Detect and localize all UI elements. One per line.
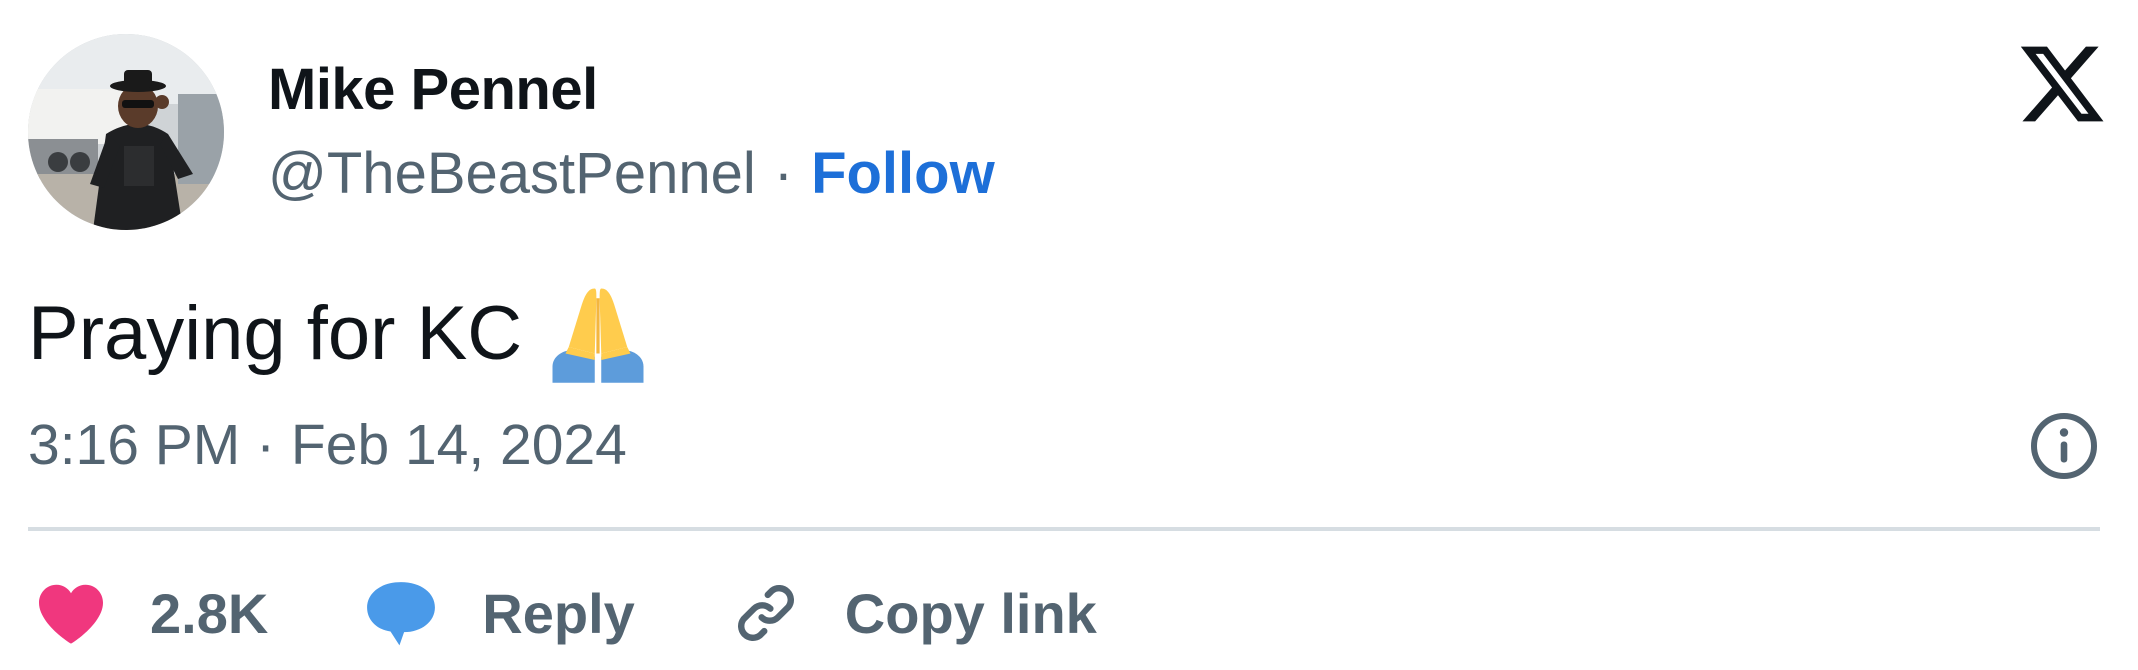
- heart-icon: [39, 584, 103, 644]
- like-count: 2.8K: [150, 581, 269, 645]
- speech-bubble-icon: [367, 582, 436, 646]
- avatar-photo: [28, 34, 224, 230]
- author-handle[interactable]: @TheBeastPennel: [268, 141, 756, 206]
- author-names: Mike Pennel @TheBeastPennel · Follow: [268, 55, 995, 209]
- author-display-name[interactable]: Mike Pennel: [268, 55, 995, 125]
- reply-button[interactable]: Reply: [364, 579, 635, 647]
- reply-label: Reply: [482, 581, 635, 645]
- tweet-text: Praying for KC: [28, 291, 523, 376]
- tweet-header: Mike Pennel @TheBeastPennel · Follow: [28, 32, 995, 232]
- x-logo-icon[interactable]: [2016, 38, 2108, 130]
- tweet-embed: Mike Pennel @TheBeastPennel · Follow Prayi…: [0, 0, 2138, 670]
- tweet-timestamp[interactable]: 3:16 PM · Feb 14, 2024: [28, 410, 627, 480]
- like-button[interactable]: 2.8K: [36, 581, 268, 646]
- follow-link[interactable]: Follow: [811, 141, 995, 206]
- link-icon: [737, 585, 794, 641]
- author-handle-row: @TheBeastPennel · Follow: [268, 139, 995, 209]
- separator-dot: ·: [773, 141, 794, 206]
- copy-link-button[interactable]: Copy link: [731, 578, 1097, 648]
- action-bar: 2.8K Reply Copy link: [36, 568, 1193, 658]
- divider: [28, 527, 2100, 531]
- folded-hands-icon: [552, 288, 644, 383]
- avatar[interactable]: [28, 34, 224, 230]
- copy-link-label: Copy link: [844, 581, 1097, 645]
- info-icon[interactable]: [2028, 410, 2100, 482]
- tweet-text-row: Praying for KC: [28, 282, 650, 386]
